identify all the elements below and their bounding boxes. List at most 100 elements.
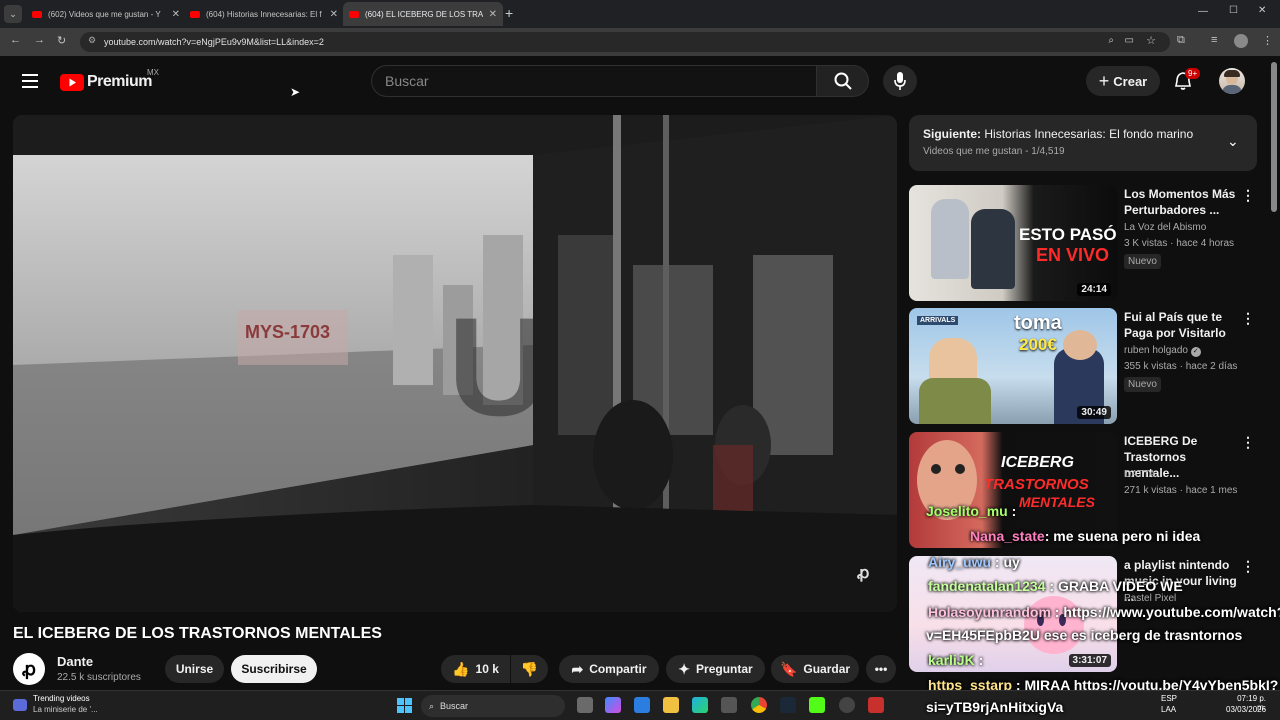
back-icon[interactable]: ← — [10, 34, 21, 46]
ask-button[interactable]: ✦ Preguntar — [666, 655, 765, 683]
like-count: 10 k — [475, 662, 499, 676]
extensions-icon[interactable]: ⧉ — [1177, 34, 1185, 47]
app-icon[interactable] — [868, 697, 884, 713]
store-icon[interactable] — [634, 697, 650, 713]
taskbar-search[interactable]: ⌕ Buscar — [421, 695, 565, 717]
voice-search-button[interactable] — [883, 65, 917, 97]
close-tab-icon[interactable]: ✕ — [489, 9, 497, 20]
channel-name[interactable]: La Voz del Abismo — [1124, 222, 1206, 233]
dislike-button[interactable]: 👎 — [511, 655, 548, 683]
channel-name[interactable]: Dante — [57, 654, 93, 669]
browser-tab-liked[interactable]: (602) Videos que me gustan - Y ✕ — [26, 2, 186, 26]
chat-text: : https://www.youtube.com/watch? — [1054, 604, 1280, 620]
browser-tab-historias[interactable]: (604) Historias Innecesarias: El f ✕ — [184, 2, 344, 26]
bookmark-star-icon[interactable]: ☆ — [1146, 34, 1156, 47]
account-avatar[interactable] — [1219, 68, 1245, 94]
language-indicator[interactable]: ESP — [1161, 694, 1177, 703]
chat-message: si=yTB9rjAnHitxigVa — [926, 699, 1063, 715]
chat-user: Airy_uwu — [928, 554, 992, 570]
channel-avatar[interactable]: ꝓ — [13, 653, 45, 685]
search-input[interactable]: Buscar — [371, 65, 817, 97]
like-button[interactable]: 👍 10 k — [441, 655, 510, 683]
site-info-icon[interactable]: ⚙ — [88, 35, 96, 46]
chrome-menu-icon[interactable]: ⋮ — [1262, 34, 1273, 47]
zoom-icon[interactable]: ⌕ — [1108, 35, 1114, 46]
page-scrollbar[interactable] — [1271, 62, 1277, 212]
chat-message: Holasoyunrandom : https://www.youtube.co… — [928, 604, 1280, 620]
clock-date: 03/03/2026 — [1226, 705, 1267, 714]
close-tab-icon[interactable]: ✕ — [172, 9, 180, 20]
recommended-video[interactable]: ARRIVALS toma 200€ 30:49 Fui al País que… — [909, 308, 1257, 424]
share-icon: ➦ — [571, 660, 584, 677]
maximize-button[interactable]: ☐ — [1229, 5, 1238, 16]
video-thumbnail[interactable]: ESTO PASÓ EN VIVO 24:14 — [909, 185, 1117, 301]
channel-name[interactable]: Pastel Pixel — [1124, 593, 1176, 604]
channel-name[interactable]: ruben holgado ✓ — [1124, 345, 1201, 357]
save-label: Guardar — [803, 662, 851, 676]
join-button[interactable]: Unirse — [165, 655, 224, 683]
browser-tab-bar: ⌄ (602) Videos que me gustan - Y ✕ (604)… — [0, 0, 1280, 28]
task-view-icon[interactable] — [577, 697, 593, 713]
subscriber-count: 22.5 k suscriptores — [57, 672, 141, 683]
video-title[interactable]: Los Momentos Más Perturbadores ... — [1124, 186, 1242, 218]
thumb-text: ARRIVALS — [917, 316, 959, 325]
subscribe-button[interactable]: Suscribirse — [231, 655, 317, 683]
profile-avatar[interactable] — [1234, 34, 1248, 48]
more-vertical-icon[interactable]: ⋮ — [1241, 310, 1255, 327]
more-vertical-icon[interactable]: ⋮ — [1241, 434, 1255, 451]
video-meta: 3 K vistas · hace 4 horas — [1124, 238, 1235, 249]
address-bar[interactable]: ⚙ youtube.com/watch?v=eNgjPEu9v9M&list=L… — [80, 32, 1170, 52]
chat-message: Nana_state: me suena pero ni idea — [970, 528, 1200, 544]
save-button[interactable]: 🔖 Guardar — [771, 655, 859, 683]
reload-icon[interactable]: ↻ — [57, 34, 66, 47]
search-button[interactable] — [817, 65, 869, 97]
video-title[interactable]: Fui al País que te Paga por Visitarlo — [1124, 309, 1242, 341]
hamburger-menu-icon[interactable] — [22, 74, 38, 88]
chat-text: : GRABA VIDEO WE — [1049, 578, 1183, 594]
chat-message: fandenatalan1234 : GRABA VIDEO WE — [928, 578, 1183, 594]
close-tab-icon[interactable]: ✕ — [330, 9, 338, 20]
forward-icon[interactable]: → — [34, 34, 45, 46]
reading-list-icon[interactable]: ≡ — [1211, 34, 1217, 46]
more-vertical-icon[interactable]: ⋮ — [1241, 187, 1255, 204]
widget-title[interactable]: Trending videos — [33, 694, 90, 703]
chrome-icon[interactable] — [751, 697, 767, 713]
minimize-button[interactable]: — — [1198, 6, 1208, 17]
edge-icon[interactable] — [692, 697, 708, 713]
file-explorer-icon[interactable] — [663, 697, 679, 713]
new-badge: Nuevo — [1124, 377, 1161, 392]
xbox-icon[interactable] — [721, 697, 737, 713]
windows-start-icon[interactable] — [397, 698, 412, 713]
channel-name[interactable]: DATTA — [1124, 469, 1155, 480]
create-button[interactable]: + Crear — [1086, 66, 1160, 96]
create-label: Crear — [1113, 73, 1148, 89]
share-button[interactable]: ➦ Compartir — [559, 655, 659, 683]
tab-search-icon[interactable]: ⌄ — [4, 5, 22, 23]
recommended-video[interactable]: ESTO PASÓ EN VIVO 24:14 Los Momentos Más… — [909, 185, 1257, 301]
copilot-icon[interactable] — [605, 697, 621, 713]
chat-user: karliJK — [928, 652, 975, 668]
youtube-premium-logo[interactable]: Premium — [60, 73, 152, 91]
kick-icon[interactable] — [809, 697, 825, 713]
region-code: MX — [147, 68, 159, 77]
channel-watermark-icon[interactable]: ꝓ — [857, 563, 869, 583]
chevron-down-icon[interactable]: ⌄ — [1227, 133, 1239, 150]
playlist-panel[interactable]: Siguiente: Historias Innecesarias: El fo… — [909, 115, 1257, 171]
video-player[interactable]: NAIBRU MYS-1703 ꝓ — [13, 115, 897, 612]
steam-icon[interactable] — [780, 697, 796, 713]
close-window-button[interactable]: ✕ — [1258, 5, 1266, 16]
new-tab-button[interactable]: + — [505, 5, 513, 21]
svg-text:MYS-1703: MYS-1703 — [245, 322, 330, 342]
cast-icon[interactable]: ▭ — [1125, 35, 1134, 46]
more-actions-button[interactable]: ••• — [866, 655, 896, 683]
obs-icon[interactable] — [839, 697, 855, 713]
browser-tab-iceberg[interactable]: (604) EL ICEBERG DE LOS TRAST ✕ — [343, 2, 503, 26]
more-vertical-icon[interactable]: ⋮ — [1241, 558, 1255, 575]
chat-text: : me suena pero ni idea — [1044, 528, 1201, 544]
video-meta: 355 k vistas · hace 2 días — [1124, 361, 1238, 372]
youtube-favicon-icon — [190, 10, 200, 18]
widget-subtitle: La miniserie de '... — [33, 705, 98, 714]
video-thumbnail[interactable]: ARRIVALS toma 200€ 30:49 — [909, 308, 1117, 424]
widgets-icon[interactable] — [13, 699, 27, 711]
next-prefix: Siguiente: — [923, 127, 982, 141]
